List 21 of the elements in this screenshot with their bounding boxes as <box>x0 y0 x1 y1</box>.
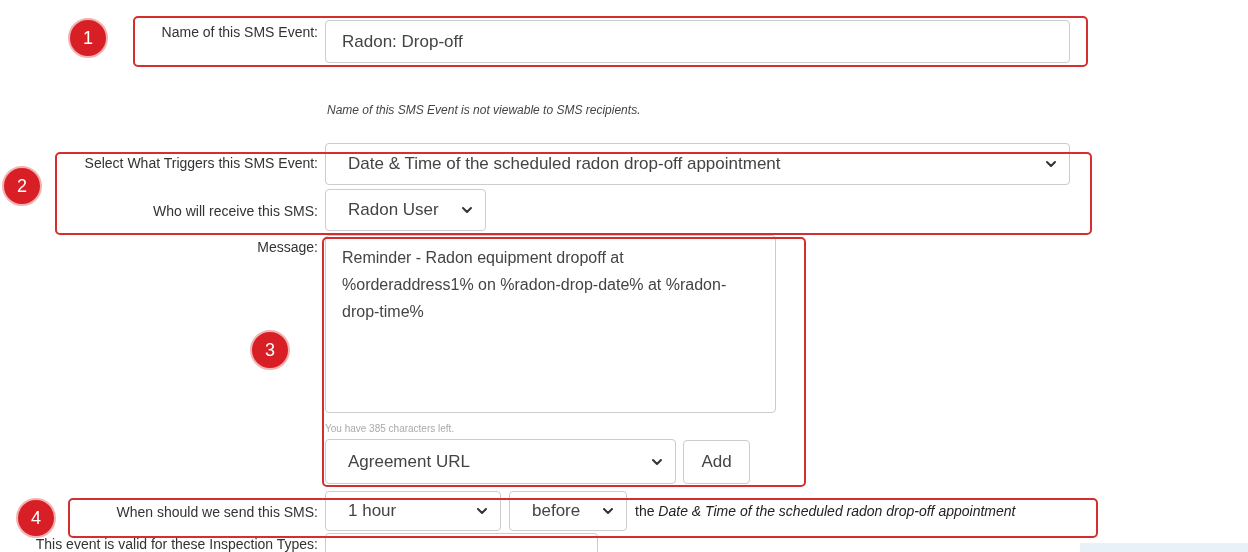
step-number: 2 <box>2 166 42 206</box>
field-label: This event is valid for these Inspection Types: <box>35 536 318 552</box>
dropdown-select[interactable]: Agreement URL <box>325 439 676 484</box>
dropdown-select[interactable]: before <box>509 491 627 531</box>
help-text: Name of this SMS Event is not viewable to SMS recipients. <box>327 102 641 119</box>
message-textarea[interactable]: Reminder - Radon equipment dropoff at %orderaddress1% on %radon-drop-date% at %radon-drop-time% <box>325 235 776 413</box>
field-label: Who will receive this SMS: <box>153 203 318 219</box>
field-label: When should we send this SMS: <box>116 504 318 520</box>
step-number: 3 <box>250 330 290 370</box>
field-label: Select What Triggers this SMS Event: <box>84 155 318 171</box>
step-number: 1 <box>68 18 108 58</box>
text-input[interactable]: Radon: Drop-off <box>325 20 1070 63</box>
dropdown-select[interactable]: 1 hour <box>325 491 501 531</box>
step-number: 4 <box>16 498 56 538</box>
dropdown-select[interactable]: Radon User <box>325 189 486 231</box>
character-counter: You have 385 characters left. <box>325 422 456 436</box>
field-label: Message: <box>257 239 318 255</box>
timing-description: the Date & Time of the scheduled radon drop-off appointment <box>635 501 1016 521</box>
field-label: Name of this SMS Event: <box>161 24 318 40</box>
add-button[interactable]: Add <box>683 440 750 484</box>
dropdown-select[interactable]: Date & Time of the scheduled radon drop-off appointment <box>325 143 1070 185</box>
